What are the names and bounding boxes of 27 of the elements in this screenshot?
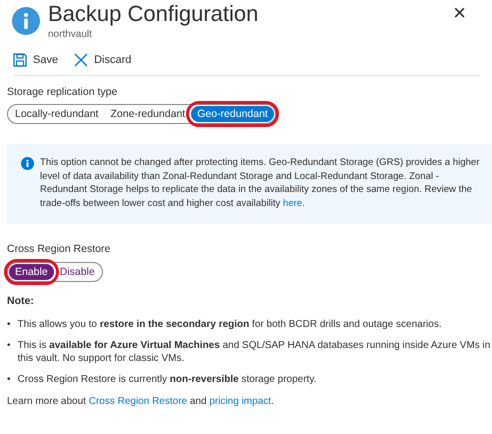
pricing-impact-link[interactable]: pricing impact: [209, 396, 272, 407]
note-title: Note:: [7, 294, 35, 309]
bullet-text: Cross Region Restore is currently non-reversible storage property.: [18, 372, 316, 386]
info-icon: [12, 7, 40, 35]
toggle-option[interactable]: Zone-redundant: [104, 106, 192, 122]
info-text: This option cannot be changed after protecting items. Geo-Redundant Storage (GRS) provides a higher level of data availability than Zonal-Redundant Storage and Local-Redundant Storage. Zonal -Redundant Storage helps to replicate the data in the availability zones of the same region. Review the trade-offs between lower cost and higher cost availability here.: [40, 156, 480, 210]
save-icon: [13, 53, 27, 68]
panel-title: Backup Configuration: [48, 0, 260, 27]
toggle-option[interactable]: Locally-redundant: [9, 106, 104, 122]
info-icon: [21, 157, 34, 170]
close-icon: [74, 53, 88, 68]
learn-more-text: Learn more about Cross Region Restore and pricing impact.: [7, 394, 275, 409]
toggle-option[interactable]: Disable: [54, 264, 101, 280]
vault-name: northvault: [48, 28, 93, 42]
bullet-text: This allows you to restore in the secondary region for both BCDR drills and outage scenarios.: [18, 318, 442, 331]
toggle-option[interactable]: Geo-redundant: [191, 106, 274, 122]
discard-button[interactable]: Discard: [74, 52, 132, 68]
bullet-marker: •: [7, 372, 11, 386]
cross-region-restore-link[interactable]: Cross Region Restore: [88, 396, 188, 407]
bullet-marker: •: [7, 338, 11, 353]
replication-label: Storage replication type: [7, 84, 118, 100]
save-button[interactable]: Save: [13, 52, 58, 68]
bullet-marker: •: [7, 318, 11, 331]
here-link[interactable]: here: [283, 198, 302, 209]
toggle-option[interactable]: Enable: [9, 264, 54, 280]
close-button[interactable]: ×: [453, 2, 466, 24]
bullet-text: This is available for Azure Virtual Machines and SQL/SAP HANA databases running inside Azure VMs in this vault. No support for classic VMs.: [18, 338, 492, 365]
